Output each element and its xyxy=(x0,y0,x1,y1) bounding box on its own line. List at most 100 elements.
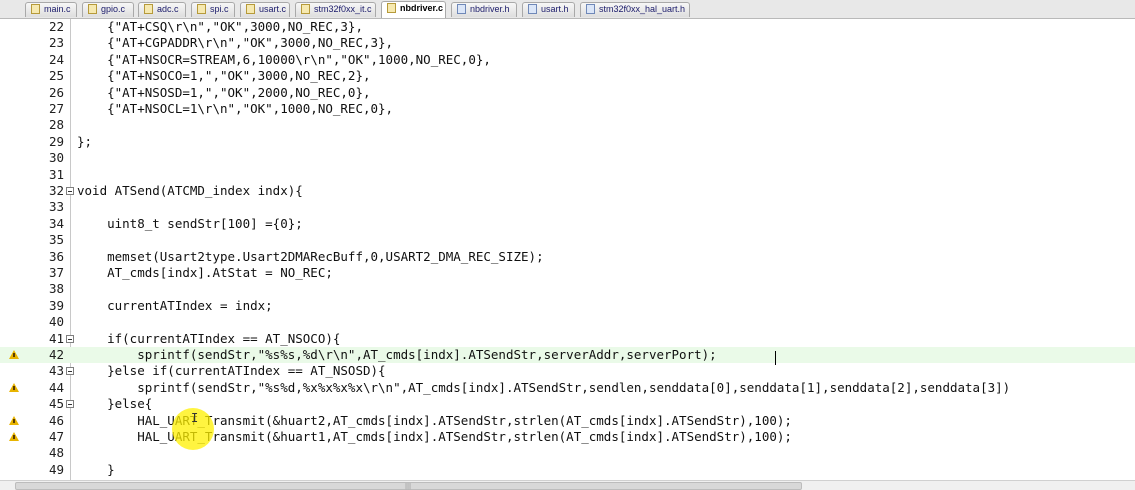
code-text[interactable]: {"AT+NSOCR=STREAM,6,10000\r\n","OK",1000… xyxy=(77,52,491,68)
line-number: 48 xyxy=(48,445,64,461)
warning-icon[interactable] xyxy=(9,350,19,359)
code-line[interactable]: 25 {"AT+NSOCO=1,","OK",3000,NO_REC,2}, xyxy=(0,68,1135,84)
code-line[interactable]: 28 xyxy=(0,117,1135,133)
tab-usart-h[interactable]: usart.h xyxy=(522,2,575,17)
line-number: 24 xyxy=(48,51,64,67)
line-number: 30 xyxy=(48,150,64,166)
code-line[interactable]: 22 {"AT+CSQ\r\n","OK",3000,NO_REC,3}, xyxy=(0,19,1135,35)
file-icon xyxy=(586,4,595,14)
code-text[interactable]: if(currentATIndex == AT_NSOCO){ xyxy=(77,331,340,347)
code-text[interactable]: }else if(currentATIndex == AT_NSOSD){ xyxy=(77,363,385,379)
line-number: 37 xyxy=(48,265,64,280)
code-line[interactable]: 24 {"AT+NSOCR=STREAM,6,10000\r\n","OK",1… xyxy=(0,52,1135,68)
code-line[interactable]: 37 AT_cmds[indx].AtStat = NO_REC; xyxy=(0,265,1135,281)
code-text[interactable]: uint8_t sendStr[100] ={0}; xyxy=(77,216,303,232)
line-number: 28 xyxy=(48,117,64,133)
code-editor[interactable]: 22 {"AT+CSQ\r\n","OK",3000,NO_REC,3}, 23 … xyxy=(0,19,1135,480)
tab-gpio-c[interactable]: gpio.c xyxy=(82,2,134,17)
tab-label: adc.c xyxy=(157,4,179,14)
line-number: 39 xyxy=(48,297,64,313)
warning-icon[interactable] xyxy=(9,415,19,425)
tab-label: nbdriver.c xyxy=(400,3,444,13)
file-icon xyxy=(387,3,396,13)
line-number: 33 xyxy=(48,199,64,215)
code-line[interactable]: 32 void ATSend(ATCMD_index indx){ xyxy=(0,183,1135,199)
tab-stm32f0xx-hal-uart-h[interactable]: stm32f0xx_hal_uart.h xyxy=(580,2,690,17)
editor-tab-bar: main.c gpio.c adc.c spi.c usart.c stm32f0xx_i… xyxy=(0,0,1135,19)
tab-usart-c[interactable]: usart.c xyxy=(240,2,290,17)
line-number: 47 xyxy=(48,429,64,444)
code-line[interactable]: 26 {"AT+NSOSD=1,","OK",2000,NO_REC,0}, xyxy=(0,85,1135,101)
tab-spi-c[interactable]: spi.c xyxy=(191,2,235,17)
code-line[interactable]: 27 {"AT+NSOCL=1\r\n","OK",1000,NO_REC,0}… xyxy=(0,101,1135,117)
tab-label: stm32f0xx_hal_uart.h xyxy=(599,4,686,14)
code-text[interactable]: memset(Usart2type.Usart2DMARecBuff,0,USA… xyxy=(77,249,544,265)
warning-icon[interactable] xyxy=(9,432,19,441)
code-text[interactable]: void ATSend(ATCMD_index indx){ xyxy=(77,183,303,199)
file-icon xyxy=(246,4,255,14)
line-number: 44 xyxy=(48,379,64,395)
code-text[interactable]: {"AT+CSQ\r\n","OK",3000,NO_REC,3}, xyxy=(77,19,363,35)
i-beam-cursor-icon: I xyxy=(191,411,199,425)
code-text[interactable]: sprintf(sendStr,"%s%s,%d\r\n",AT_cmds[in… xyxy=(77,347,716,363)
line-number: 42 xyxy=(48,347,64,362)
code-text[interactable]: {"AT+NSOSD=1,","OK",2000,NO_REC,0}, xyxy=(77,85,370,101)
tab-label: usart.c xyxy=(259,4,287,14)
code-text[interactable]: AT_cmds[indx].AtStat = NO_REC; xyxy=(77,265,333,281)
code-line[interactable]: 29}; xyxy=(0,134,1135,150)
code-line[interactable]: 35 xyxy=(0,232,1135,248)
fold-toggle-icon[interactable] xyxy=(66,187,74,195)
code-text[interactable]: currentATIndex = indx; xyxy=(77,298,273,314)
code-text[interactable]: {"AT+CGPADDR\r\n","OK",3000,NO_REC,3}, xyxy=(77,35,393,51)
code-line[interactable]: 34 uint8_t sendStr[100] ={0}; xyxy=(0,216,1135,232)
code-line[interactable]: 36 memset(Usart2type.Usart2DMARecBuff,0,… xyxy=(0,249,1135,265)
file-icon xyxy=(301,4,310,14)
code-text[interactable]: }else{ xyxy=(77,396,152,412)
code-line[interactable]: 43 }else if(currentATIndex == AT_NSOSD){ xyxy=(0,363,1135,379)
line-number: 29 xyxy=(48,133,64,149)
line-number: 34 xyxy=(48,215,64,231)
code-line[interactable]: 44 sprintf(sendStr,"%s%d,%x%x%x%x\r\n",A… xyxy=(0,380,1135,396)
code-line[interactable]: 42 sprintf(sendStr,"%s%s,%d\r\n",AT_cmds… xyxy=(0,347,1135,364)
fold-toggle-icon[interactable] xyxy=(66,400,74,409)
code-line[interactable]: 45 }else{ xyxy=(0,396,1135,412)
warning-icon[interactable] xyxy=(9,382,19,392)
code-text[interactable]: } xyxy=(77,462,115,478)
code-text[interactable]: {"AT+NSOCL=1\r\n","OK",1000,NO_REC,0}, xyxy=(77,101,393,117)
tab-main-c[interactable]: main.c xyxy=(25,2,77,17)
code-line[interactable]: 48 xyxy=(0,445,1135,461)
tab-label: spi.c xyxy=(210,4,229,14)
line-number: 49 xyxy=(48,461,64,477)
code-text[interactable]: sprintf(sendStr,"%s%d,%x%x%x%x\r\n",AT_c… xyxy=(77,380,1010,396)
code-text[interactable]: {"AT+NSOCO=1,","OK",3000,NO_REC,2}, xyxy=(77,68,370,84)
line-number: 23 xyxy=(48,35,64,51)
code-line[interactable]: 41 if(currentATIndex == AT_NSOCO){ xyxy=(0,331,1135,347)
tab-nbdriver-h[interactable]: nbdriver.h xyxy=(451,2,517,17)
code-line[interactable]: 46 HAL_UART_Transmit(&huart2,AT_cmds[ind… xyxy=(0,413,1135,429)
tab-stm32f0xx-it-c[interactable]: stm32f0xx_it.c xyxy=(295,2,376,17)
code-line[interactable]: 30 xyxy=(0,150,1135,166)
fold-toggle-icon[interactable] xyxy=(66,334,74,343)
line-number: 43 xyxy=(48,363,64,379)
line-number: 46 xyxy=(48,412,64,428)
code-line[interactable]: 39 currentATIndex = indx; xyxy=(0,298,1135,314)
tab-adc-c[interactable]: adc.c xyxy=(138,2,186,17)
file-icon xyxy=(197,4,206,14)
line-number: 26 xyxy=(48,84,64,100)
tab-label: main.c xyxy=(44,4,71,14)
code-line[interactable]: 31 xyxy=(0,167,1135,183)
line-number: 27 xyxy=(48,101,64,116)
text-caret xyxy=(775,351,776,365)
code-line[interactable]: 33 xyxy=(0,199,1135,215)
tab-label: usart.h xyxy=(541,4,569,14)
line-number: 31 xyxy=(48,166,64,182)
line-number: 22 xyxy=(48,19,64,34)
code-text[interactable]: }; xyxy=(77,134,92,150)
code-line[interactable]: 49 } xyxy=(0,462,1135,478)
code-line[interactable]: 38 xyxy=(0,281,1135,297)
code-line[interactable]: 40 xyxy=(0,314,1135,330)
fold-toggle-icon[interactable] xyxy=(66,367,74,376)
tab-nbdriver-c[interactable]: nbdriver.c xyxy=(381,1,446,18)
code-line[interactable]: 23 {"AT+CGPADDR\r\n","OK",3000,NO_REC,3}… xyxy=(0,35,1135,51)
code-line[interactable]: 47 HAL_UART_Transmit(&huart1,AT_cmds[ind… xyxy=(0,429,1135,445)
